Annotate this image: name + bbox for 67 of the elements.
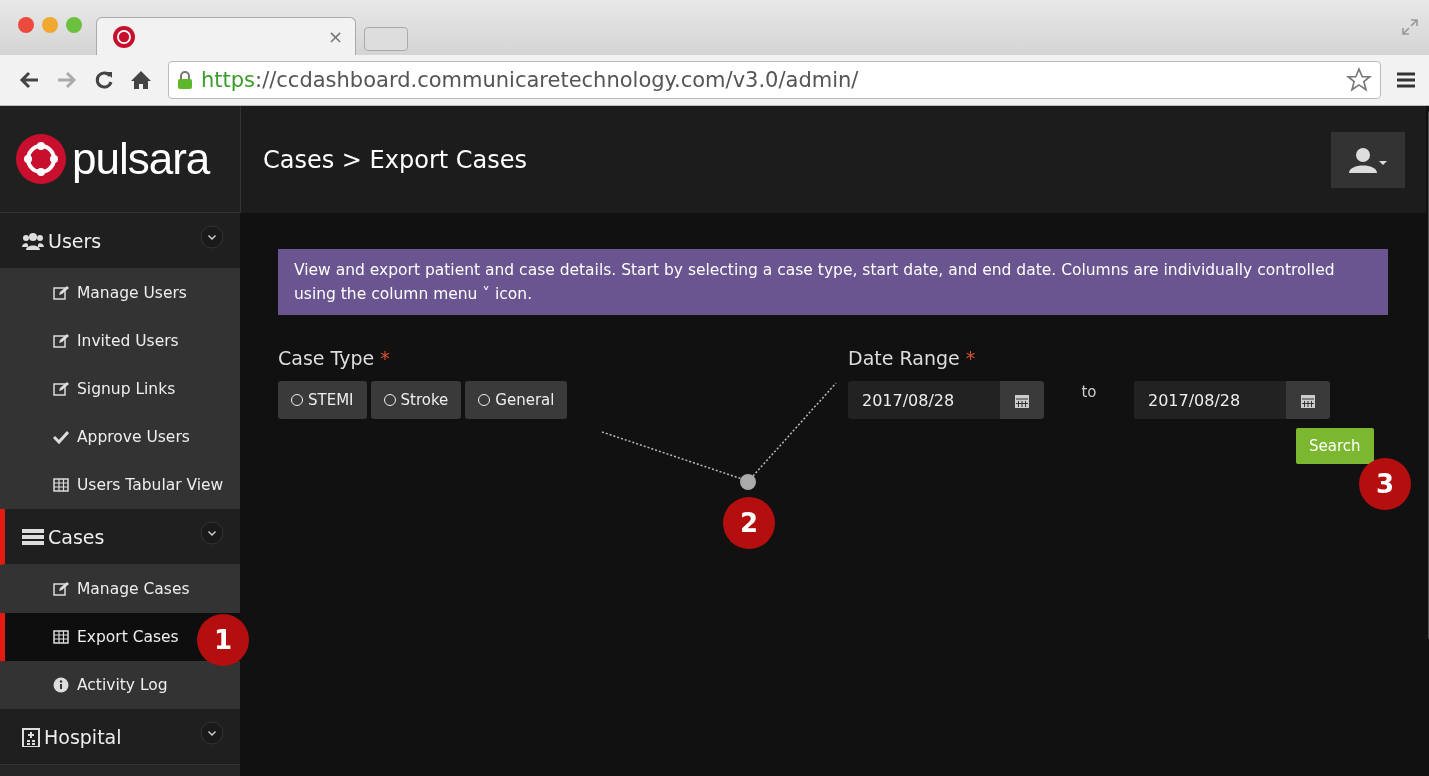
user-menu-button[interactable]	[1331, 131, 1405, 188]
info-icon	[53, 677, 69, 693]
address-bar[interactable]: https://ccdashboard.communicaretechnology.com/v3.0/admin/	[168, 61, 1381, 99]
hospital-icon	[22, 726, 40, 747]
menu-icon[interactable]	[1397, 72, 1415, 88]
sidebar-item[interactable]: Signup Links	[0, 365, 240, 413]
info-banner: View and export patient and case details. Start by selecting a case type, start date, and end date. Columns are individually controlled using the column menu ˅ icon.	[278, 249, 1388, 315]
item-label: Manage Cases	[77, 580, 190, 598]
close-window-icon[interactable]	[18, 16, 34, 33]
sidebar-section[interactable]: Cases	[0, 509, 240, 565]
item-label: Activity Log	[77, 676, 168, 694]
sidebar-item[interactable]: Approve Users	[0, 413, 240, 461]
section-label: Cases	[48, 525, 106, 548]
edit-icon	[53, 582, 69, 596]
logo-icon	[113, 25, 135, 48]
sidebar-item[interactable]: Users Tabular View	[0, 461, 240, 509]
chevron-down-icon[interactable]	[200, 224, 224, 249]
check-icon	[53, 430, 69, 444]
item-label: Invited Users	[77, 332, 179, 350]
item-label: Approve Users	[77, 428, 190, 446]
calendar-icon[interactable]	[1301, 392, 1315, 408]
users-icon	[22, 231, 44, 250]
url-text: https://ccdashboard.communicaretechnology.com/v3.0/admin/	[201, 68, 860, 92]
edit-icon	[53, 334, 69, 348]
back-icon[interactable]	[18, 70, 40, 90]
required-mark: *	[380, 347, 390, 369]
leader-dot	[740, 474, 756, 490]
table-icon	[53, 630, 69, 644]
chevron-down-icon[interactable]	[200, 520, 224, 545]
date-range-label: Date Range	[848, 347, 960, 369]
sidebar-item[interactable]: Manage Cases	[0, 565, 240, 613]
breadcrumb: Cases > Export Cases	[263, 145, 528, 174]
table-icon	[53, 478, 69, 492]
date-separator: to	[1080, 383, 1098, 401]
chevron-down-icon[interactable]	[200, 720, 224, 745]
lock-icon	[177, 70, 193, 90]
calendar-icon[interactable]	[1015, 392, 1029, 408]
case-type-label: Case Type	[278, 347, 375, 369]
sidebar-item[interactable]: Manage Users	[0, 269, 240, 317]
browser-tab[interactable]: ×	[96, 17, 356, 55]
required-mark: *	[965, 347, 976, 369]
item-label: Export Cases	[77, 628, 179, 646]
case-type-option[interactable]: STEMI	[278, 381, 367, 419]
callout-tooltip: 2	[723, 497, 775, 549]
edit-icon	[53, 382, 69, 396]
case-type-option[interactable]: Stroke	[370, 381, 462, 419]
callout-tooltip: 3	[1359, 458, 1411, 510]
logo-icon	[16, 134, 66, 184]
star-icon[interactable]	[1346, 67, 1372, 93]
item-label: Manage Users	[77, 284, 187, 302]
item-label: Signup Links	[77, 380, 176, 398]
sidebar-section[interactable]: Users	[0, 213, 240, 269]
sidebar-item[interactable]: Invited Users	[0, 317, 240, 365]
home-icon[interactable]	[130, 70, 152, 90]
app-logo[interactable]: pulsara	[0, 106, 240, 213]
section-label: Users	[48, 229, 103, 252]
sidebar-section[interactable]: Hospital	[0, 709, 240, 765]
edit-icon	[53, 286, 69, 300]
close-tab-button[interactable]: ×	[327, 26, 343, 47]
reload-icon[interactable]	[94, 70, 114, 90]
sidebar-item[interactable]: Activity Log	[0, 661, 240, 709]
case-type-option[interactable]: General	[465, 381, 568, 419]
list-icon	[22, 527, 44, 546]
item-label: Users Tabular View	[77, 476, 224, 494]
user-icon	[1349, 146, 1387, 173]
fullscreen-icon[interactable]	[1401, 18, 1419, 36]
section-label: Hospital	[44, 725, 123, 748]
